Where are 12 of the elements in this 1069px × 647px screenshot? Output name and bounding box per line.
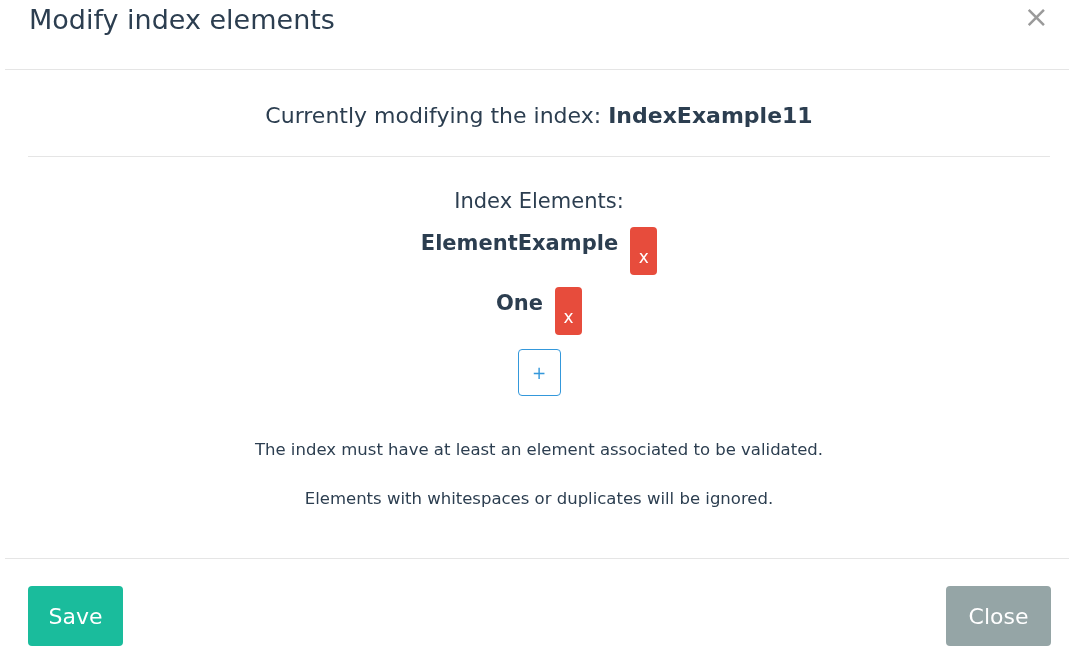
element-name: One: [495, 291, 543, 315]
add-button[interactable]: +: [517, 349, 561, 396]
current-index-text: Currently modifying the index: IndexExample11: [265, 103, 813, 128]
remove-button[interactable]: x: [555, 287, 582, 335]
dialog-title: Modify index elements: [29, 4, 335, 35]
elements-heading: Index Elements:: [454, 189, 624, 213]
element-name: ElementExample: [420, 231, 619, 255]
save-button[interactable]: Save: [28, 586, 123, 646]
note-text: The index must have at least an element associated to be validated.: [254, 440, 824, 459]
close-button[interactable]: Close: [946, 586, 1051, 646]
note-text: Elements with whitespaces or duplicates will be ignored.: [304, 489, 774, 508]
remove-button[interactable]: x: [630, 227, 658, 275]
